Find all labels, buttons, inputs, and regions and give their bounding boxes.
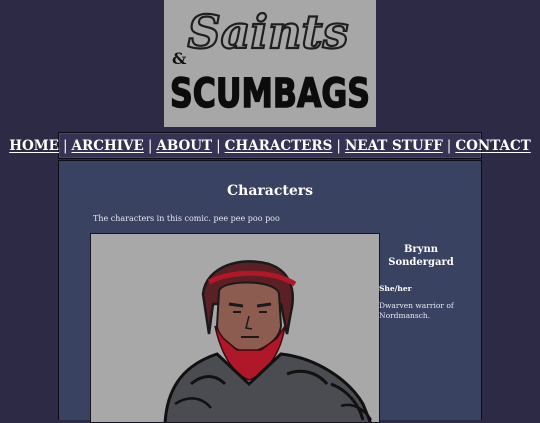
character-portrait	[90, 233, 380, 423]
character-name: Brynn Sondergard	[388, 244, 454, 268]
character-description: Dwarven warrior of Nordmansch.	[379, 301, 454, 320]
nav-separator: |	[147, 137, 153, 154]
logo-ampersand: &	[172, 49, 187, 68]
nav-about[interactable]: ABOUT	[156, 138, 212, 154]
nav-contact[interactable]: CONTACT	[455, 138, 530, 154]
page-title: Characters	[227, 183, 313, 199]
nav-characters[interactable]: CHARACTERS	[225, 138, 333, 154]
nav-archive[interactable]: ARCHIVE	[72, 138, 144, 154]
site-logo-banner[interactable]: Saints & SCUMBAGS	[164, 0, 376, 127]
nav-neat-stuff[interactable]: NEAT STUFF	[345, 138, 443, 154]
intro-text: The characters in this comic. pee pee po…	[93, 214, 280, 223]
character-pronouns: She/her	[379, 284, 412, 293]
logo-scumbags: SCUMBAGS	[170, 71, 370, 117]
nav-separator: |	[62, 137, 68, 154]
main-nav: HOME | ARCHIVE | ABOUT | CHARACTERS | NE…	[9, 132, 531, 159]
logo-artwork: Saints & SCUMBAGS	[169, 4, 371, 118]
nav-separator: |	[446, 137, 452, 154]
character-info: Brynn Sondergard She/her Dwarven warrior…	[379, 243, 459, 321]
nav-separator: |	[216, 137, 221, 154]
portrait-sketch	[163, 260, 373, 422]
content-panel: Characters The characters in this comic.…	[58, 160, 482, 423]
logo-saints: Saints	[187, 5, 348, 59]
nav-separator: |	[336, 137, 341, 154]
nav-home[interactable]: HOME	[9, 138, 59, 154]
